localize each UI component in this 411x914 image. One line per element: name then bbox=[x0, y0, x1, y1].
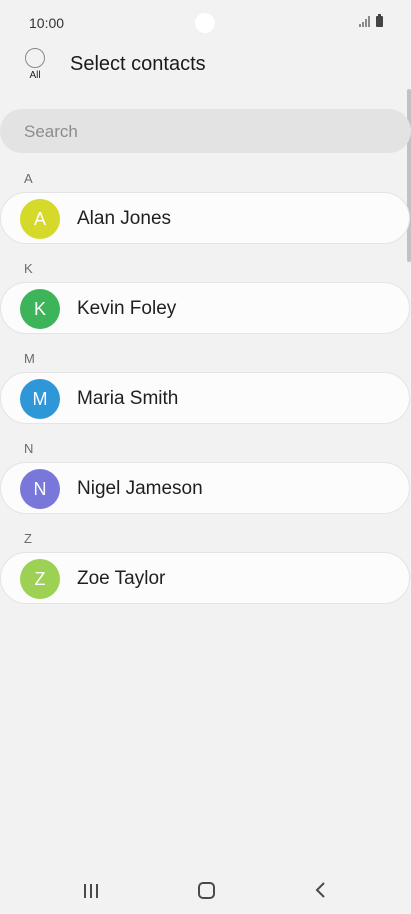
section-header: A bbox=[24, 171, 33, 186]
contact-row[interactable]: A Alan Jones bbox=[0, 192, 410, 244]
recent-apps-icon bbox=[84, 884, 98, 898]
camera-cutout bbox=[195, 13, 215, 33]
recent-apps-button[interactable] bbox=[71, 876, 111, 904]
select-all-checkbox[interactable]: All bbox=[23, 48, 47, 81]
navigation-bar bbox=[0, 866, 411, 914]
home-icon bbox=[198, 882, 215, 899]
avatar: A bbox=[20, 199, 60, 239]
back-icon bbox=[315, 882, 325, 898]
status-bar: 10:00 bbox=[0, 0, 411, 44]
home-button[interactable] bbox=[186, 876, 226, 904]
contact-section-k: K K Kevin Foley bbox=[0, 252, 411, 342]
select-all-circle-icon bbox=[25, 48, 45, 68]
section-header: Z bbox=[24, 531, 32, 546]
avatar: K bbox=[20, 289, 60, 329]
section-header: N bbox=[24, 441, 34, 456]
contact-row[interactable]: M Maria Smith bbox=[0, 372, 410, 424]
avatar: N bbox=[20, 469, 60, 509]
back-button[interactable] bbox=[301, 876, 341, 904]
contact-name: Alan Jones bbox=[77, 208, 172, 229]
contact-row[interactable]: Z Zoe Taylor bbox=[0, 552, 410, 604]
contact-name: Zoe Taylor bbox=[77, 568, 166, 589]
contact-row[interactable]: K Kevin Foley bbox=[0, 282, 410, 334]
section-header: M bbox=[24, 351, 35, 366]
contact-name: Nigel Jameson bbox=[77, 478, 203, 499]
status-time: 10:00 bbox=[29, 15, 65, 31]
contact-list: A A Alan Jones K K Kevin Foley M M Maria… bbox=[0, 162, 411, 612]
status-icons bbox=[359, 14, 383, 27]
contact-name: Kevin Foley bbox=[77, 298, 177, 319]
header: All Select contacts bbox=[0, 44, 411, 94]
section-header: K bbox=[24, 261, 33, 276]
contact-section-n: N N Nigel Jameson bbox=[0, 432, 411, 522]
contact-section-a: A A Alan Jones bbox=[0, 162, 411, 252]
contact-section-m: M M Maria Smith bbox=[0, 342, 411, 432]
contact-row[interactable]: N Nigel Jameson bbox=[0, 462, 410, 514]
contact-section-z: Z Z Zoe Taylor bbox=[0, 522, 411, 612]
search-placeholder: Search bbox=[24, 122, 78, 141]
contact-name: Maria Smith bbox=[77, 388, 179, 409]
avatar: Z bbox=[20, 559, 60, 599]
select-all-label: All bbox=[29, 70, 41, 81]
avatar: M bbox=[20, 379, 60, 419]
search-input[interactable]: Search bbox=[0, 109, 411, 153]
page-title: Select contacts bbox=[70, 53, 206, 75]
signal-icon bbox=[359, 16, 370, 27]
battery-icon bbox=[376, 14, 383, 27]
